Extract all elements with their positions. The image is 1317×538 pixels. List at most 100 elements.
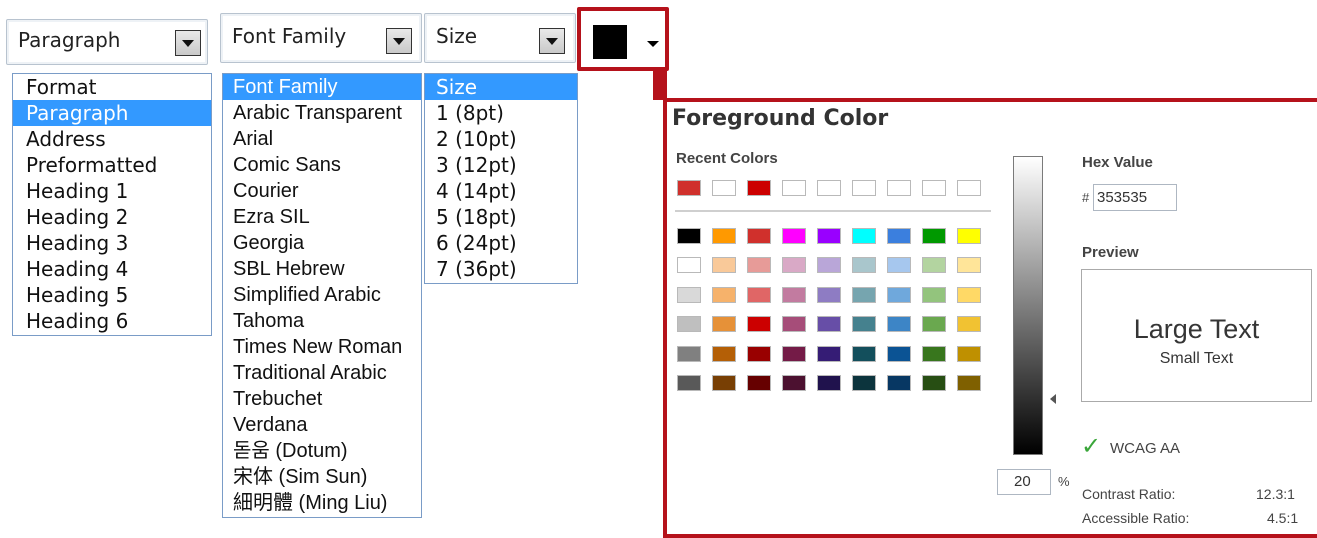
palette-color-swatch[interactable]	[782, 257, 806, 274]
palette-color-swatch[interactable]	[677, 228, 701, 244]
format-option[interactable]: Heading 4	[13, 256, 211, 282]
palette-color-swatch[interactable]	[747, 375, 771, 391]
recent-color-swatch[interactable]	[817, 180, 841, 196]
palette-color-swatch[interactable]	[957, 257, 981, 274]
font-family-option[interactable]: Verdana	[223, 412, 421, 438]
format-list[interactable]: Format Paragraph Address Preformatted Headin…	[12, 73, 212, 336]
size-option[interactable]: 2 (10pt)	[425, 126, 577, 152]
font-family-option[interactable]: Arabic Transparent	[223, 100, 421, 126]
chevron-down-icon[interactable]	[386, 28, 412, 54]
palette-color-swatch[interactable]	[887, 286, 911, 303]
size-option[interactable]: 3 (12pt)	[425, 152, 577, 178]
font-family-combo[interactable]: Font Family	[220, 13, 422, 63]
palette-color-swatch[interactable]	[922, 375, 946, 391]
palette-color-swatch[interactable]	[712, 316, 736, 333]
palette-color-swatch[interactable]	[922, 316, 946, 333]
size-option[interactable]: 4 (14pt)	[425, 178, 577, 204]
font-family-option[interactable]: Comic Sans	[223, 152, 421, 178]
brightness-slider[interactable]	[1013, 156, 1043, 455]
palette-color-swatch[interactable]	[817, 316, 841, 333]
chevron-down-icon[interactable]	[175, 30, 201, 56]
font-family-option[interactable]: Ezra SIL	[223, 204, 421, 230]
font-family-option[interactable]: Tahoma	[223, 308, 421, 334]
palette-color-swatch[interactable]	[887, 257, 911, 274]
format-option[interactable]: Heading 3	[13, 230, 211, 256]
format-option[interactable]: Heading 5	[13, 282, 211, 308]
font-family-option[interactable]: Trebuchet	[223, 386, 421, 412]
palette-color-swatch[interactable]	[922, 257, 946, 274]
palette-color-swatch[interactable]	[712, 286, 736, 303]
palette-color-swatch[interactable]	[782, 228, 806, 244]
palette-color-swatch[interactable]	[782, 345, 806, 362]
palette-color-swatch[interactable]	[852, 286, 876, 303]
palette-color-swatch[interactable]	[712, 257, 736, 274]
format-option[interactable]: Paragraph	[13, 100, 211, 126]
palette-color-swatch[interactable]	[677, 316, 701, 333]
palette-color-swatch[interactable]	[782, 286, 806, 303]
palette-color-swatch[interactable]	[712, 228, 736, 244]
font-family-option[interactable]: Simplified Arabic	[223, 282, 421, 308]
palette-color-swatch[interactable]	[922, 345, 946, 362]
recent-color-swatch[interactable]	[677, 180, 701, 196]
palette-color-swatch[interactable]	[852, 257, 876, 274]
palette-color-swatch[interactable]	[712, 375, 736, 391]
recent-color-swatch[interactable]	[887, 180, 911, 196]
palette-color-swatch[interactable]	[782, 375, 806, 391]
palette-color-swatch[interactable]	[957, 286, 981, 303]
palette-color-swatch[interactable]	[887, 228, 911, 244]
hex-value-input[interactable]: 353535	[1093, 184, 1177, 211]
format-option[interactable]: Heading 6	[13, 308, 211, 334]
size-combo[interactable]: Size	[424, 13, 576, 63]
palette-color-swatch[interactable]	[747, 345, 771, 362]
palette-color-swatch[interactable]	[677, 345, 701, 362]
paragraph-combo[interactable]: Paragraph	[6, 19, 208, 65]
recent-color-swatch[interactable]	[747, 180, 771, 196]
palette-color-swatch[interactable]	[922, 228, 946, 244]
palette-color-swatch[interactable]	[922, 286, 946, 303]
palette-color-swatch[interactable]	[677, 257, 701, 274]
font-family-option[interactable]: 돋움 (Dotum)	[223, 438, 421, 464]
size-option[interactable]: 7 (36pt)	[425, 256, 577, 282]
palette-color-swatch[interactable]	[747, 257, 771, 274]
font-family-option[interactable]: Traditional Arabic	[223, 360, 421, 386]
palette-color-swatch[interactable]	[887, 375, 911, 391]
palette-color-swatch[interactable]	[747, 316, 771, 333]
palette-color-swatch[interactable]	[852, 316, 876, 333]
percent-input[interactable]: 20	[997, 469, 1051, 495]
slider-handle-icon[interactable]	[1050, 394, 1056, 404]
recent-color-swatch[interactable]	[922, 180, 946, 196]
palette-color-swatch[interactable]	[957, 228, 981, 244]
format-option[interactable]: Address	[13, 126, 211, 152]
chevron-down-icon[interactable]	[539, 28, 565, 54]
size-list[interactable]: Size 1 (8pt) 2 (10pt) 3 (12pt) 4 (14pt) 5 (18…	[424, 73, 578, 284]
chevron-down-icon[interactable]	[647, 41, 659, 47]
palette-color-swatch[interactable]	[957, 345, 981, 362]
format-option[interactable]: Preformatted	[13, 152, 211, 178]
font-family-option[interactable]: Arial	[223, 126, 421, 152]
palette-color-swatch[interactable]	[782, 316, 806, 333]
font-family-option[interactable]: Georgia	[223, 230, 421, 256]
palette-color-swatch[interactable]	[817, 257, 841, 274]
size-option[interactable]: Size	[425, 74, 577, 100]
recent-color-swatch[interactable]	[782, 180, 806, 196]
font-family-list[interactable]: Font Family Arabic Transparent Arial Comic …	[222, 73, 422, 518]
palette-color-swatch[interactable]	[852, 345, 876, 362]
palette-color-swatch[interactable]	[817, 345, 841, 362]
font-family-option[interactable]: Courier	[223, 178, 421, 204]
font-family-option[interactable]: Times New Roman	[223, 334, 421, 360]
size-option[interactable]: 6 (24pt)	[425, 230, 577, 256]
recent-color-swatch[interactable]	[852, 180, 876, 196]
palette-color-swatch[interactable]	[817, 286, 841, 303]
palette-color-swatch[interactable]	[887, 345, 911, 362]
palette-color-swatch[interactable]	[712, 345, 736, 362]
palette-color-swatch[interactable]	[817, 228, 841, 244]
palette-color-swatch[interactable]	[817, 375, 841, 391]
palette-color-swatch[interactable]	[852, 228, 876, 244]
palette-color-swatch[interactable]	[957, 375, 981, 391]
font-family-option[interactable]: 細明體 (Ming Liu)	[223, 490, 421, 516]
format-option[interactable]: Heading 1	[13, 178, 211, 204]
font-family-option[interactable]: SBL Hebrew	[223, 256, 421, 282]
recent-color-swatch[interactable]	[712, 180, 736, 196]
palette-color-swatch[interactable]	[747, 286, 771, 303]
size-option[interactable]: 1 (8pt)	[425, 100, 577, 126]
